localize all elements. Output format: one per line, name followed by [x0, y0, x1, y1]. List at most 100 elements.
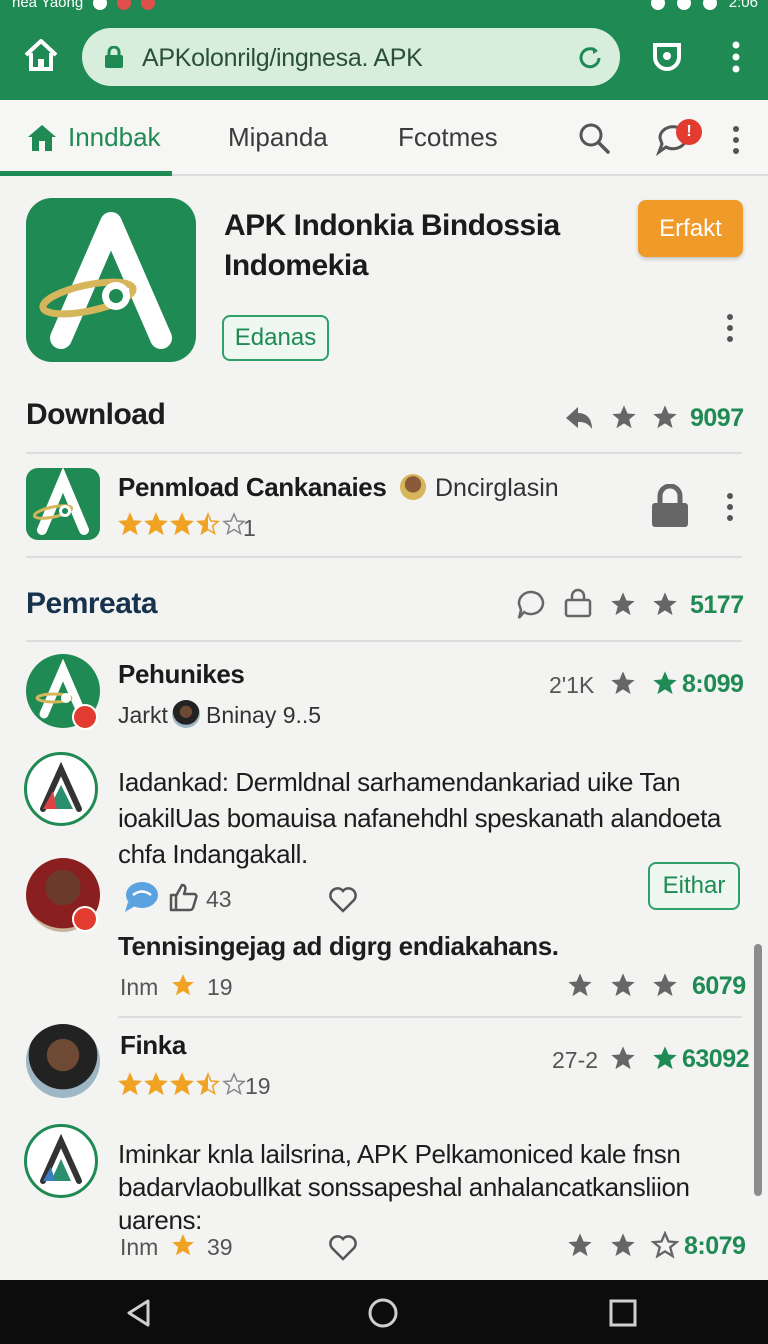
star-filled-icon [144, 1072, 168, 1096]
share-icon[interactable] [564, 404, 594, 432]
notification-icon [117, 0, 132, 10]
star-filled-icon [170, 1072, 194, 1096]
star-outline-icon [651, 1231, 679, 1259]
tab-home[interactable]: Inndbak [68, 122, 161, 153]
review-score: 6079 [692, 972, 746, 1000]
section-title-reviews: Pemreata [26, 587, 158, 620]
star-filled-icon [118, 512, 142, 536]
browser-toolbar: APKolonrilg/ingnesa. APK [0, 14, 768, 100]
star-filled-icon [118, 1072, 142, 1096]
star-outline-icon [222, 1072, 246, 1096]
tab-third[interactable]: Fcotmes [398, 122, 498, 153]
star-icon [609, 1231, 637, 1259]
reply-button[interactable]: Eithar [648, 862, 740, 910]
star-icon [651, 971, 679, 999]
review-sub-left: Jarkt [118, 702, 168, 728]
review-author[interactable]: Finka [120, 1030, 186, 1061]
heart-icon[interactable] [328, 1233, 358, 1261]
app-more-icon[interactable] [726, 314, 734, 347]
tab-bar: Inndbak Mipanda Fcotmes ! [0, 100, 768, 176]
star-icon [610, 403, 638, 431]
rating-count: 1 [243, 515, 256, 541]
bag-icon[interactable] [563, 588, 593, 618]
lock-icon [104, 46, 124, 68]
battery-icon [702, 0, 717, 10]
divider [26, 640, 742, 642]
review-count: 2'1K [549, 672, 595, 698]
star-icon [566, 971, 594, 999]
avatar[interactable] [24, 752, 98, 826]
review-text: Iadankad: Dermldnal sarhamendankariad ui… [118, 767, 721, 869]
heart-icon[interactable] [328, 885, 358, 913]
comment-icon[interactable] [516, 590, 546, 620]
install-button[interactable]: Erfakt [638, 200, 743, 257]
section-title-download: Download [26, 398, 166, 431]
review-sub-right: Bninay 9..5 [206, 702, 322, 728]
review-score: 63092 [682, 1045, 750, 1073]
star-icon [566, 1231, 594, 1259]
lock-icon[interactable] [650, 484, 690, 528]
thumbs-up-icon[interactable] [168, 882, 198, 912]
review-text: Iminkar knla lailsrina, APK Pelkamoniced… [118, 1139, 690, 1235]
star-icon [651, 403, 679, 431]
divider [26, 452, 742, 454]
star-icon [651, 1044, 679, 1072]
clock-text: 2:06 [728, 0, 758, 11]
star-icon [651, 590, 679, 618]
review-meta: Inm [120, 1234, 159, 1260]
reviews-count: 5177 [690, 591, 744, 619]
home-nav-icon[interactable] [368, 1298, 398, 1328]
star-filled-icon [170, 512, 194, 536]
overflow-menu-icon[interactable] [724, 40, 748, 74]
star-icon [609, 971, 637, 999]
review-score: 8:099 [682, 670, 744, 698]
star-half-icon [196, 512, 220, 536]
avatar [172, 700, 200, 728]
home-icon[interactable] [22, 36, 60, 74]
star-icon [170, 972, 196, 998]
back-icon[interactable] [124, 1298, 154, 1328]
rating-count: 19 [207, 974, 233, 1000]
tab-second[interactable]: Mipanda [228, 122, 328, 153]
search-icon[interactable] [578, 122, 610, 154]
review-text: Tennisingejag ad digrg endiakahans. [118, 931, 559, 961]
bluetooth-icon [650, 0, 665, 10]
publisher-avatar [400, 474, 426, 500]
status-bar: nea Yaong 2:06 [0, 0, 768, 14]
download-count: 9097 [690, 404, 744, 432]
app-logo [26, 198, 196, 362]
carrier-text: nea Yaong [12, 0, 84, 11]
divider [26, 556, 742, 558]
avatar[interactable] [24, 1124, 98, 1198]
star-filled-icon [144, 512, 168, 536]
recents-icon[interactable] [608, 1298, 638, 1328]
reload-icon[interactable] [576, 44, 604, 72]
address-bar[interactable]: APKolonrilg/ingnesa. APK [82, 28, 620, 86]
star-icon [609, 1044, 637, 1072]
more-icon[interactable] [732, 126, 740, 159]
shield-icon[interactable] [650, 40, 684, 74]
home-icon [26, 122, 58, 152]
rating-count: 19 [245, 1073, 271, 1099]
review-author[interactable]: Pehunikes [118, 659, 245, 690]
url-text: APKolonrilg/ingnesa. APK [142, 44, 423, 72]
video-badge-icon [72, 906, 98, 932]
app-title: APK Indonkia Bindossia Indomekia [224, 209, 560, 282]
star-icon [609, 669, 637, 697]
scrollbar[interactable] [754, 944, 762, 1196]
app-icon-small[interactable] [26, 468, 100, 540]
item-more-icon[interactable] [726, 493, 734, 526]
rating-stars [118, 1072, 246, 1096]
notification-icon [141, 0, 156, 10]
review-meta: Inm [120, 974, 159, 1000]
divider [118, 1016, 742, 1018]
download-item-title[interactable]: Penmload Cankanaies [118, 472, 387, 503]
category-tag-button[interactable]: Edanas [222, 315, 329, 361]
star-icon [651, 669, 679, 697]
publisher-name: Dncirglasin [435, 474, 559, 502]
rating-stars [118, 512, 246, 536]
message-icon[interactable] [122, 880, 160, 914]
review-score: 8:079 [684, 1232, 746, 1260]
review-count: 27-2 [552, 1047, 599, 1073]
avatar[interactable] [26, 1024, 100, 1098]
